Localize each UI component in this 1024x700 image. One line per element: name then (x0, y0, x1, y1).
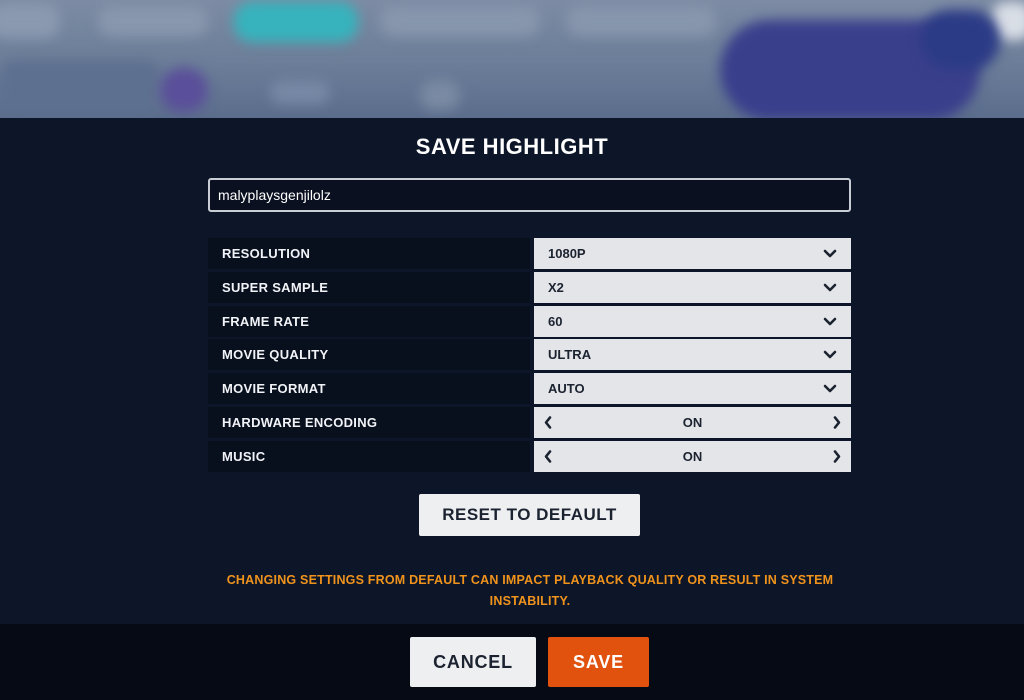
reset-to-default-button[interactable]: RESET TO DEFAULT (419, 494, 640, 536)
setting-row-movie-quality: MOVIE QUALITY ULTRA (208, 339, 851, 370)
toggle-value: ON (682, 449, 703, 464)
background-shape (380, 6, 540, 36)
setting-row-hardware-encoding: HARDWARE ENCODING ON (208, 407, 851, 438)
super-sample-dropdown[interactable]: X2 (534, 272, 851, 303)
chevron-down-icon (823, 339, 837, 370)
save-button[interactable]: SAVE (548, 637, 649, 687)
background-shape (0, 60, 160, 110)
background-shape (420, 80, 460, 110)
setting-label: MUSIC (208, 441, 530, 472)
dialog-title: SAVE HIGHLIGHT (415, 134, 609, 159)
background-shape (160, 68, 208, 112)
frame-rate-dropdown[interactable]: 60 (534, 306, 851, 337)
highlight-name-input[interactable] (208, 178, 851, 212)
dropdown-value: 1080P (548, 246, 586, 261)
background-shape (270, 80, 330, 104)
setting-label: MOVIE QUALITY (208, 339, 530, 370)
dropdown-value: ULTRA (548, 347, 592, 362)
background-shape (0, 4, 60, 38)
chevron-down-icon (823, 306, 837, 337)
warning-line-2: INSTABILITY. (489, 594, 571, 608)
music-toggle[interactable]: ON (534, 441, 851, 472)
warning-line-1: CHANGING SETTINGS FROM DEFAULT CAN IMPAC… (226, 573, 834, 587)
dropdown-value: AUTO (548, 381, 585, 396)
setting-label: MOVIE FORMAT (208, 373, 530, 404)
dropdown-value: X2 (548, 280, 564, 295)
dropdown-value: 60 (548, 314, 563, 329)
chevron-right-icon[interactable] (831, 441, 843, 472)
chevron-down-icon (823, 373, 837, 404)
setting-row-movie-format: MOVIE FORMAT AUTO (208, 373, 851, 404)
blurred-background (0, 0, 1024, 118)
setting-row-music: MUSIC ON (208, 441, 851, 472)
chevron-down-icon (823, 272, 837, 303)
background-shape (98, 6, 208, 36)
chevron-left-icon[interactable] (542, 407, 554, 438)
cancel-button[interactable]: CANCEL (410, 637, 536, 687)
resolution-dropdown[interactable]: 1080P (534, 238, 851, 269)
setting-label: SUPER SAMPLE (208, 272, 530, 303)
setting-label: RESOLUTION (208, 238, 530, 269)
setting-row-frame-rate: FRAME RATE 60 (208, 306, 851, 337)
setting-row-resolution: RESOLUTION 1080P (208, 238, 851, 269)
hardware-encoding-toggle[interactable]: ON (534, 407, 851, 438)
background-shape (234, 2, 358, 42)
movie-quality-dropdown[interactable]: ULTRA (534, 339, 851, 370)
chevron-down-icon (823, 238, 837, 269)
chevron-right-icon[interactable] (831, 407, 843, 438)
toggle-value: ON (682, 415, 703, 430)
warning-message: CHANGING SETTINGS FROM DEFAULT CAN IMPAC… (200, 570, 860, 612)
setting-label: FRAME RATE (208, 306, 530, 337)
movie-format-dropdown[interactable]: AUTO (534, 373, 851, 404)
background-shape (920, 10, 1000, 70)
setting-row-super-sample: SUPER SAMPLE X2 (208, 272, 851, 303)
background-shape (566, 6, 716, 36)
setting-label: HARDWARE ENCODING (208, 407, 530, 438)
chevron-left-icon[interactable] (542, 441, 554, 472)
